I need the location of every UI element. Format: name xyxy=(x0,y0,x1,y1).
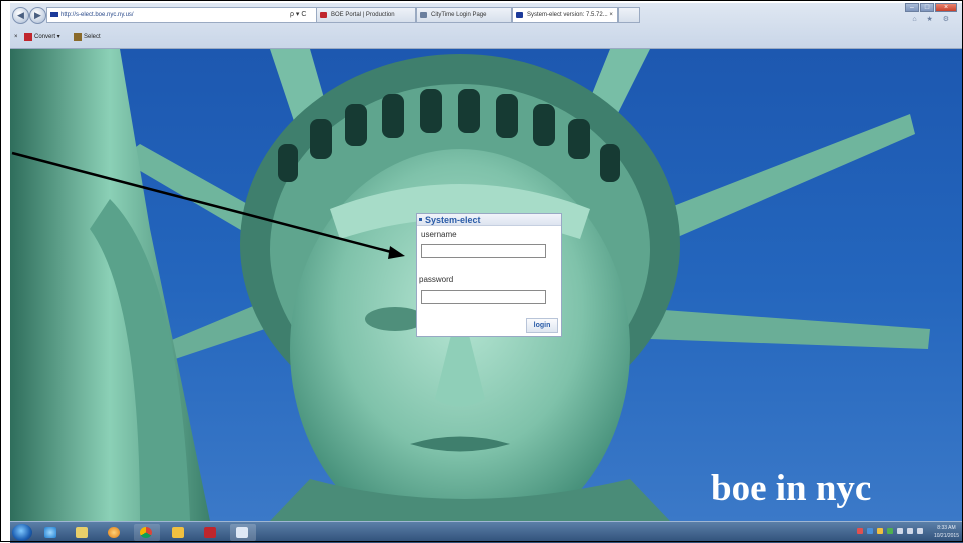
close-toolbar-button[interactable]: × xyxy=(14,27,18,47)
username-input[interactable] xyxy=(421,244,546,258)
system-elect-tab-icon xyxy=(516,12,523,18)
login-title-text: System-elect xyxy=(425,215,481,225)
site-favicon-icon xyxy=(50,12,58,17)
browser-chrome: ◀ ▶ http://s-elect.boe.nyc.ny.us/ ρ ▾ C … xyxy=(10,3,963,49)
network-icon[interactable] xyxy=(907,528,913,534)
tray-icon[interactable] xyxy=(877,528,883,534)
window-controls: – □ × xyxy=(904,3,957,14)
clock-date: 10/21/2015 xyxy=(933,533,959,539)
tray-icon[interactable] xyxy=(897,528,903,534)
close-window-button[interactable]: × xyxy=(935,3,957,12)
tray-icon[interactable] xyxy=(887,528,893,534)
address-text: http://s-elect.boe.nyc.ny.us/ xyxy=(61,12,134,18)
mail-icon xyxy=(172,527,184,538)
acrobat-icon xyxy=(204,527,216,538)
login-panel-title: System-elect xyxy=(417,214,561,226)
tab-label: CityTime Login Page xyxy=(431,12,487,18)
boe-tab-icon xyxy=(320,12,327,18)
title-bullet-icon xyxy=(419,218,422,221)
tab-label: System-elect version: 7.5.72... × xyxy=(527,12,613,18)
pdf-icon xyxy=(24,33,32,41)
taskbar-ie-icon[interactable] xyxy=(38,524,64,541)
maximize-button[interactable]: □ xyxy=(920,3,934,12)
taskbar-app-icon[interactable] xyxy=(230,524,256,541)
system-tray xyxy=(853,528,923,534)
minimize-button[interactable]: – xyxy=(905,3,919,12)
taskbar-explorer-icon[interactable] xyxy=(70,524,96,541)
password-label: password xyxy=(419,275,454,284)
taskbar-chrome-icon[interactable] xyxy=(134,524,160,541)
command-bar: × Convert ▾ Select xyxy=(10,27,963,47)
forward-button[interactable]: ▶ xyxy=(29,7,46,24)
volume-icon[interactable] xyxy=(917,528,923,534)
folder-icon xyxy=(76,527,88,538)
taskbar-clock[interactable]: 8:33 AM 10/21/2015 xyxy=(934,524,959,540)
taskbar-media-player-icon[interactable] xyxy=(102,524,128,541)
password-input[interactable] xyxy=(421,290,546,304)
back-button[interactable]: ◀ xyxy=(12,7,29,24)
ie-icon xyxy=(44,527,56,538)
chrome-icon xyxy=(140,527,152,538)
new-tab-button[interactable] xyxy=(618,7,640,23)
tab-citytime[interactable]: CityTime Login Page xyxy=(416,7,512,23)
tab-boe-portal[interactable]: BOE Portal | Production xyxy=(316,7,416,23)
select-icon xyxy=(74,33,82,41)
citytime-tab-icon xyxy=(420,12,427,18)
taskbar-outlook-icon[interactable] xyxy=(166,524,192,541)
taskbar-acrobat-icon[interactable] xyxy=(198,524,224,541)
select-label: Select xyxy=(84,34,101,40)
convert-label: Convert ▾ xyxy=(34,34,60,40)
tab-label: BOE Portal | Production xyxy=(331,12,395,18)
home-favorites-settings-icon[interactable]: ⌂ ★ ⚙ xyxy=(912,15,953,23)
clock-time: 8:33 AM xyxy=(937,525,956,531)
start-button[interactable] xyxy=(12,524,32,541)
login-panel: System-elect username password login xyxy=(416,213,562,337)
page-content: boe in nyc System-elect username passwor… xyxy=(10,49,963,521)
windows-taskbar: 8:33 AM 10/21/2015 xyxy=(10,521,963,543)
select-button[interactable]: Select xyxy=(74,27,101,47)
username-label: username xyxy=(421,230,457,239)
tray-icon[interactable] xyxy=(857,528,863,534)
address-bar[interactable]: http://s-elect.boe.nyc.ny.us/ xyxy=(46,7,326,23)
tray-icon[interactable] xyxy=(867,528,873,534)
tab-system-elect[interactable]: System-elect version: 7.5.72... × xyxy=(512,7,618,23)
convert-button[interactable]: Convert ▾ xyxy=(24,27,60,47)
watermark-text: boe in nyc xyxy=(711,468,872,509)
media-player-icon xyxy=(108,527,120,538)
login-button[interactable]: login xyxy=(526,318,558,333)
app-window-icon xyxy=(236,527,248,538)
search-refresh-icon[interactable]: ρ ▾ C xyxy=(290,7,306,23)
